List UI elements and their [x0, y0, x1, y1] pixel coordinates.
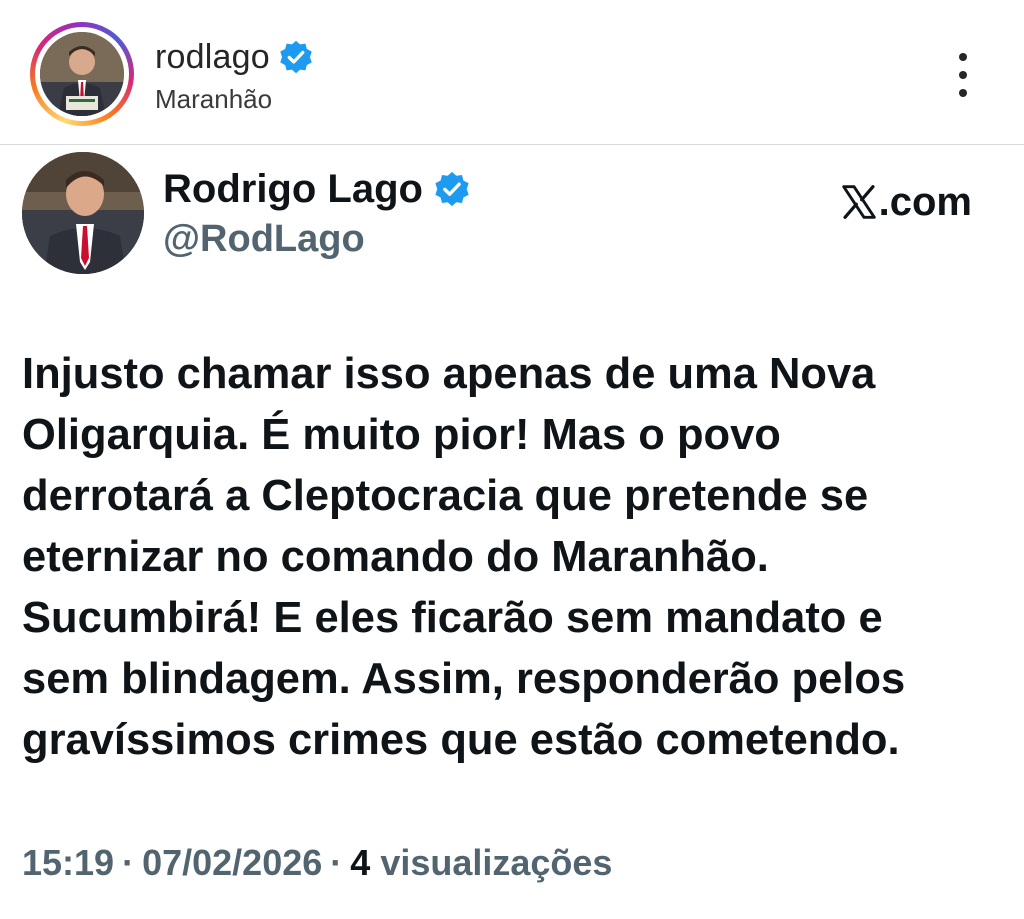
- tweet-author-name[interactable]: Rodrigo Lago: [163, 167, 423, 212]
- tweet-views-label: visualizações: [380, 842, 613, 883]
- tweet-text: Injusto chamar isso apenas de uma Nova O…: [22, 344, 1002, 771]
- verified-badge-icon: [435, 171, 469, 207]
- tweet-date: 07/02/2026: [142, 842, 323, 883]
- meta-separator: ·: [330, 842, 343, 883]
- meta-separator: ·: [122, 842, 135, 883]
- tweet-text-line: sem blindagem. Assim, responderão pelos: [22, 655, 906, 703]
- tweet-text-line: Oligarquia. É muito pior! Mas o povo: [22, 411, 781, 459]
- post-header: rodlago Maranhão: [0, 0, 1024, 144]
- verified-badge-icon: [280, 40, 312, 74]
- tweet-source: .com: [841, 180, 972, 224]
- tweet-author-handle[interactable]: @RodLago: [163, 218, 365, 261]
- tweet-source-label: .com: [878, 179, 972, 224]
- tweet-text-line: Injusto chamar isso apenas de uma Nova: [22, 350, 876, 398]
- tweet-text-line: eternizar no comando do Maranhão.: [22, 533, 769, 581]
- tweet-author-avatar: [22, 152, 144, 274]
- story-avatar[interactable]: [30, 22, 134, 126]
- tweet-text-line: gravíssimos crimes que estão cometendo.: [22, 716, 900, 764]
- person-photo-icon: [22, 152, 144, 274]
- more-vertical-icon: [959, 53, 967, 61]
- x-logo-icon: [841, 185, 876, 219]
- tweet-time: 15:19: [22, 842, 115, 883]
- tweet-text-line: derrotará a Cleptocracia que pretende se: [22, 472, 869, 520]
- tweet-metadata: 15:19 · 07/02/2026 · 4 visualizações: [22, 842, 612, 884]
- post-username[interactable]: rodlago: [155, 38, 270, 77]
- tweet-views-count: 4: [350, 842, 371, 883]
- profile-photo: [40, 32, 124, 116]
- tweet-text-line: Sucumbirá! E eles ficarão sem mandato e: [22, 594, 883, 642]
- post-location[interactable]: Maranhão: [155, 84, 272, 115]
- more-options-button[interactable]: [950, 50, 976, 100]
- person-photo-icon: [40, 32, 124, 116]
- header-divider: [0, 144, 1024, 145]
